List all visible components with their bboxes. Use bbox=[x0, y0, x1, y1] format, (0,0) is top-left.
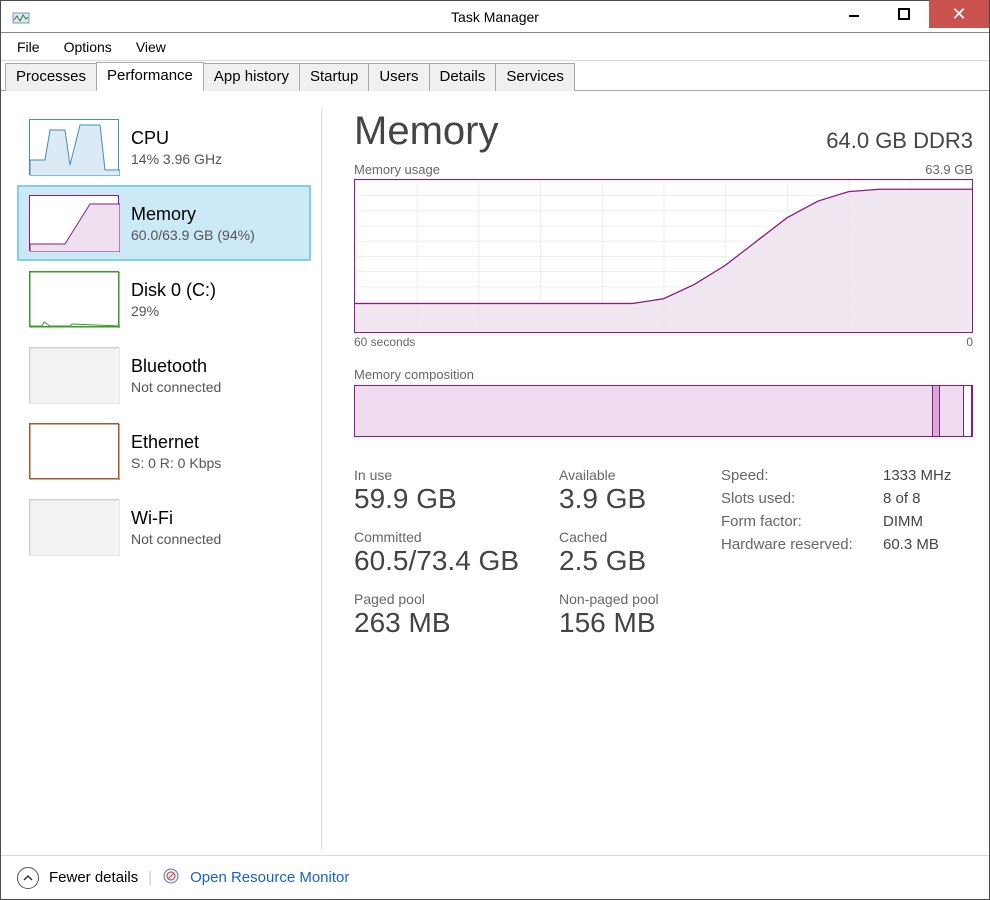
panel-title: Memory bbox=[354, 109, 498, 154]
thumb-icon bbox=[29, 499, 119, 555]
stats-area: In use 59.9 GB Available 3.9 GB Committe… bbox=[354, 467, 973, 640]
stat-committed: Committed 60.5/73.4 GB bbox=[354, 529, 519, 577]
hw-stats: Speed: 1333 MHz Slots used: 8 of 8 Form fa… bbox=[721, 467, 973, 640]
maximize-button[interactable] bbox=[879, 0, 929, 28]
x-axis-right: 0 bbox=[966, 335, 973, 349]
memory-composition-chart bbox=[354, 385, 973, 437]
sidebar-item-cpu[interactable]: CPU 14% 3.96 GHz bbox=[17, 109, 311, 185]
menu-options[interactable]: Options bbox=[54, 35, 122, 59]
stat-value: 59.9 GB bbox=[354, 483, 519, 515]
stat-label: Available bbox=[559, 467, 659, 483]
footer-bar: Fewer details | Open Resource Monitor bbox=[1, 855, 989, 899]
stat-value: 2.5 GB bbox=[559, 545, 659, 577]
comp-segment-free bbox=[964, 386, 972, 436]
sidebar-item-disk-0-c-[interactable]: Disk 0 (C:) 29% bbox=[17, 261, 311, 337]
usage-chart-label: Memory usage bbox=[354, 162, 440, 177]
stat-value: 263 MB bbox=[354, 607, 519, 639]
sidebar-item-sub: Not connected bbox=[131, 379, 221, 395]
panel-spec: 64.0 GB DDR3 bbox=[826, 128, 973, 154]
hw-val: 60.3 MB bbox=[883, 536, 973, 553]
sidebar-item-bluetooth[interactable]: Bluetooth Not connected bbox=[17, 337, 311, 413]
sidebar-item-title: CPU bbox=[131, 128, 222, 149]
hw-val: DIMM bbox=[883, 513, 973, 530]
sidebar-item-title: Ethernet bbox=[131, 432, 221, 453]
tab-app-history[interactable]: App history bbox=[203, 63, 300, 91]
perf-sidebar: CPU 14% 3.96 GHz Memory 60.0/63.9 GB (94%) D… bbox=[17, 109, 322, 849]
tab-strip: ProcessesPerformanceApp historyStartupUs… bbox=[1, 61, 989, 91]
sidebar-item-memory[interactable]: Memory 60.0/63.9 GB (94%) bbox=[17, 185, 311, 261]
sidebar-item-sub: 29% bbox=[131, 303, 216, 319]
chevron-up-icon[interactable] bbox=[17, 867, 39, 889]
app-icon bbox=[7, 3, 35, 31]
stat-paged: Paged pool 263 MB bbox=[354, 591, 519, 639]
sidebar-item-sub: 14% 3.96 GHz bbox=[131, 151, 222, 167]
hw-val: 8 of 8 bbox=[883, 490, 973, 507]
fewer-details-link[interactable]: Fewer details bbox=[49, 869, 138, 886]
comp-segment-in_use bbox=[355, 386, 933, 436]
comp-segment-modified bbox=[933, 386, 940, 436]
hw-key: Speed: bbox=[721, 467, 871, 484]
x-axis-left: 60 seconds bbox=[354, 335, 415, 349]
sidebar-item-title: Wi-Fi bbox=[131, 508, 221, 529]
window-title: Task Manager bbox=[451, 9, 539, 25]
task-manager-window: Task Manager ✕ File Options View Process… bbox=[0, 0, 990, 900]
tab-users[interactable]: Users bbox=[368, 63, 429, 91]
titlebar[interactable]: Task Manager ✕ bbox=[1, 1, 989, 33]
stat-label: Non-paged pool bbox=[559, 591, 659, 607]
sidebar-item-sub: S: 0 R: 0 Kbps bbox=[131, 455, 221, 471]
menu-view[interactable]: View bbox=[126, 35, 176, 59]
composition-label: Memory composition bbox=[354, 367, 973, 382]
tab-processes[interactable]: Processes bbox=[5, 63, 97, 91]
sidebar-item-title: Bluetooth bbox=[131, 356, 221, 377]
tab-details[interactable]: Details bbox=[429, 63, 497, 91]
hw-val: 1333 MHz bbox=[883, 467, 973, 484]
hw-key: Hardware reserved: bbox=[721, 536, 871, 553]
close-button[interactable]: ✕ bbox=[929, 0, 989, 28]
sidebar-item-title: Disk 0 (C:) bbox=[131, 280, 216, 301]
thumb-icon bbox=[29, 423, 119, 479]
stat-in-use: In use 59.9 GB bbox=[354, 467, 519, 515]
thumb-icon bbox=[29, 119, 119, 175]
tab-performance[interactable]: Performance bbox=[96, 62, 204, 91]
comp-segment-standby bbox=[940, 386, 964, 436]
sidebar-item-ethernet[interactable]: Ethernet S: 0 R: 0 Kbps bbox=[17, 413, 311, 489]
open-resource-monitor-link[interactable]: Open Resource Monitor bbox=[190, 869, 349, 886]
hw-key: Slots used: bbox=[721, 490, 871, 507]
stat-cached: Cached 2.5 GB bbox=[559, 529, 659, 577]
stat-label: Committed bbox=[354, 529, 519, 545]
tab-startup[interactable]: Startup bbox=[299, 63, 369, 91]
memory-usage-chart bbox=[354, 179, 973, 333]
thumb-icon bbox=[29, 195, 119, 251]
usage-chart-max: 63.9 GB bbox=[925, 162, 973, 177]
tab-services[interactable]: Services bbox=[495, 63, 575, 91]
sidebar-item-sub: Not connected bbox=[131, 531, 221, 547]
stat-label: Cached bbox=[559, 529, 659, 545]
stat-available: Available 3.9 GB bbox=[559, 467, 659, 515]
stat-label: In use bbox=[354, 467, 519, 483]
sidebar-item-title: Memory bbox=[131, 204, 255, 225]
sidebar-item-sub: 60.0/63.9 GB (94%) bbox=[131, 227, 255, 243]
window-controls: ✕ bbox=[829, 1, 989, 32]
menubar: File Options View bbox=[1, 33, 989, 61]
stat-nonpaged: Non-paged pool 156 MB bbox=[559, 591, 659, 639]
footer-separator: | bbox=[148, 869, 152, 886]
stat-value: 156 MB bbox=[559, 607, 659, 639]
hw-key: Form factor: bbox=[721, 513, 871, 530]
menu-file[interactable]: File bbox=[7, 35, 50, 59]
minimize-button[interactable] bbox=[829, 0, 879, 28]
stat-value: 60.5/73.4 GB bbox=[354, 545, 519, 577]
sidebar-item-wi-fi[interactable]: Wi-Fi Not connected bbox=[17, 489, 311, 565]
thumb-icon bbox=[29, 271, 119, 327]
memory-panel: Memory 64.0 GB DDR3 Memory usage 63.9 GB… bbox=[336, 109, 973, 849]
resource-monitor-icon bbox=[162, 867, 180, 889]
content-area: CPU 14% 3.96 GHz Memory 60.0/63.9 GB (94%) D… bbox=[1, 91, 989, 855]
stat-value: 3.9 GB bbox=[559, 483, 659, 515]
stat-label: Paged pool bbox=[354, 591, 519, 607]
thumb-icon bbox=[29, 347, 119, 403]
